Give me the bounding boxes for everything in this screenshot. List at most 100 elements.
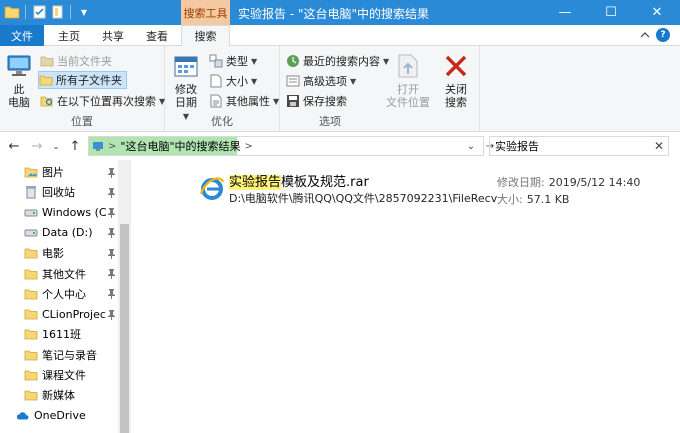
breadcrumb-separator-icon[interactable]: > xyxy=(245,141,253,152)
sidebar-item-label: 回收站 xyxy=(42,186,75,200)
folder-icon xyxy=(24,267,38,281)
scrollbar-thumb[interactable] xyxy=(120,224,129,433)
pin-icon[interactable] xyxy=(106,166,116,178)
tab-view[interactable]: 查看 xyxy=(136,25,178,46)
this-pc-button[interactable]: 此 电脑 xyxy=(4,52,34,109)
help-icon[interactable]: ? xyxy=(656,28,670,42)
close-search-button[interactable]: 关闭 搜索 xyxy=(440,52,472,109)
recycle-bin-icon xyxy=(24,185,38,199)
address-bar[interactable]: > "这台电脑"中的搜索结果 > ⌄ → xyxy=(88,136,494,156)
result-file-name[interactable]: 实验报告模板及规范.rar xyxy=(229,171,369,190)
search-box[interactable]: 实验报告 ✕ xyxy=(489,136,669,156)
kind-icon xyxy=(209,54,223,68)
forward-button[interactable]: → xyxy=(29,137,45,155)
all-subfolders-button[interactable]: 所有子文件夹 xyxy=(38,71,127,89)
pin-icon[interactable] xyxy=(106,268,116,280)
title-bar: ▼ 搜索工具 实验报告 - "这台电脑"中的搜索结果 — ☐ ✕ xyxy=(0,0,680,25)
sidebar-item-label: 1611班 xyxy=(42,328,81,342)
other-properties-button[interactable]: 其他属性 ▼ xyxy=(209,92,279,110)
chevron-down-icon: ▼ xyxy=(251,56,258,66)
tab-home[interactable]: 主页 xyxy=(48,25,90,46)
pin-icon[interactable] xyxy=(106,227,116,239)
search-folder-icon xyxy=(40,94,54,108)
sidebar-item[interactable]: 个人中心 xyxy=(0,284,118,304)
breadcrumb-separator-icon: > xyxy=(108,140,117,152)
pin-icon[interactable] xyxy=(106,288,116,300)
sidebar-item[interactable]: 电影 xyxy=(0,243,118,263)
sidebar-item[interactable]: CLionProject xyxy=(0,304,118,324)
computer-icon xyxy=(7,55,31,76)
minimize-button[interactable]: — xyxy=(542,0,588,25)
sidebar-item[interactable]: OneDrive xyxy=(0,406,118,426)
sidebar-item[interactable]: 笔记与录音 xyxy=(0,345,118,365)
breadcrumb-item[interactable]: "这台电脑"中的搜索结果 xyxy=(120,138,240,154)
properties-icon[interactable] xyxy=(31,4,47,20)
tab-share[interactable]: 共享 xyxy=(92,25,134,46)
folder-icon xyxy=(40,54,54,68)
ribbon: 此 电脑 当前文件夹 所有子文件夹 在以下位置再次搜索 ▼ 位置 修改 日期 ▼… xyxy=(0,46,680,132)
sidebar-item[interactable]: 课程文件 xyxy=(0,365,118,385)
search-results-location-icon xyxy=(92,140,104,152)
sidebar-item-label: 课程文件 xyxy=(42,369,86,382)
sidebar-item-label: 笔记与录音 xyxy=(42,348,97,362)
address-dropdown-button[interactable]: ⌄ xyxy=(463,138,479,154)
sidebar-item[interactable]: 新媒体 xyxy=(0,385,118,405)
tab-search[interactable]: 搜索 xyxy=(181,25,230,47)
sidebar-item[interactable]: 图片 xyxy=(0,162,118,182)
sidebar-item[interactable]: 回收站 xyxy=(0,182,118,202)
close-icon xyxy=(445,55,467,77)
kind-button[interactable]: 类型 ▼ xyxy=(209,52,257,70)
pin-icon[interactable] xyxy=(106,186,116,198)
drive-icon xyxy=(24,226,38,240)
open-file-location-button[interactable]: 打开 文件位置 xyxy=(386,52,430,109)
recent-searches-button[interactable]: 最近的搜索内容 ▼ xyxy=(286,52,389,70)
size-label: 大小: xyxy=(497,193,523,206)
file-name-rest: 模板及规范.rar xyxy=(281,175,369,190)
save-search-button[interactable]: 保存搜索 xyxy=(286,92,347,110)
new-folder-icon[interactable] xyxy=(49,4,65,20)
results-pane: 实验报告模板及规范.rar D:\电脑软件\腾讯QQ\QQ文件\28570922… xyxy=(131,160,680,433)
sidebar-item[interactable]: Windows (C:) xyxy=(0,203,118,223)
size-icon xyxy=(209,74,223,88)
sidebar-item-label: 图片 xyxy=(42,166,64,179)
size-button[interactable]: 大小 ▼ xyxy=(209,72,257,90)
search-input[interactable]: 实验报告 xyxy=(495,138,539,154)
recent-locations-button[interactable]: ⌄ xyxy=(48,137,64,155)
advanced-options-label: 高级选项 xyxy=(303,75,347,88)
size-value: 57.1 KB xyxy=(526,193,570,206)
modified-value: 2019/5/12 14:40 xyxy=(548,176,641,189)
back-button[interactable]: ← xyxy=(6,137,22,155)
chevron-down-icon[interactable]: ▼ xyxy=(76,4,92,20)
options-group: 最近的搜索内容 ▼ 高级选项 ▼ 保存搜索 打开 文件位置 关闭 搜索 选项 xyxy=(280,46,480,132)
sidebar-item-label: OneDrive xyxy=(34,409,86,423)
result-modified: 修改日期: 2019/5/12 14:40 xyxy=(497,174,640,190)
current-folder-button[interactable]: 当前文件夹 xyxy=(40,52,112,70)
chevron-up-icon[interactable] xyxy=(638,28,652,42)
sidebar-item-label: Windows (C:) xyxy=(42,206,106,220)
maximize-button[interactable]: ☐ xyxy=(588,0,634,25)
qat-separator xyxy=(25,5,26,19)
search-match-highlight: 实验报告 xyxy=(229,175,282,190)
navigation-scrollbar[interactable] xyxy=(118,160,131,433)
subfolders-icon xyxy=(39,73,53,87)
list-item[interactable]: 实验报告模板及规范.rar D:\电脑软件\腾讯QQ\QQ文件\28570922… xyxy=(199,170,669,210)
sidebar-item[interactable]: Data (D:) xyxy=(0,223,118,243)
pin-icon[interactable] xyxy=(106,207,116,219)
up-button[interactable]: ↑ xyxy=(67,137,83,155)
close-button[interactable]: ✕ xyxy=(634,0,680,25)
clear-search-icon[interactable]: ✕ xyxy=(654,139,664,153)
sidebar-item[interactable]: 其他文件 xyxy=(0,264,118,284)
folder-icon xyxy=(24,287,38,301)
tab-file[interactable]: 文件 xyxy=(0,25,44,46)
breadcrumb: > "这台电脑"中的搜索结果 > xyxy=(89,138,253,154)
folder-icon[interactable] xyxy=(4,4,20,20)
advanced-options-button[interactable]: 高级选项 ▼ xyxy=(286,72,356,90)
pin-icon[interactable] xyxy=(106,308,116,320)
folder-icon xyxy=(24,348,38,362)
pin-icon[interactable] xyxy=(106,247,116,259)
sidebar-item[interactable]: 1611班 xyxy=(0,324,118,344)
sidebar-item-label: 其他文件 xyxy=(42,267,86,281)
sidebar-item-label: 个人中心 xyxy=(42,287,86,301)
navigation-pane: OneDrive 新媒体 课程文件 笔记与录音 1611班 CLionProject 个人中… xyxy=(0,160,131,433)
search-again-button[interactable]: 在以下位置再次搜索 ▼ xyxy=(40,92,165,110)
